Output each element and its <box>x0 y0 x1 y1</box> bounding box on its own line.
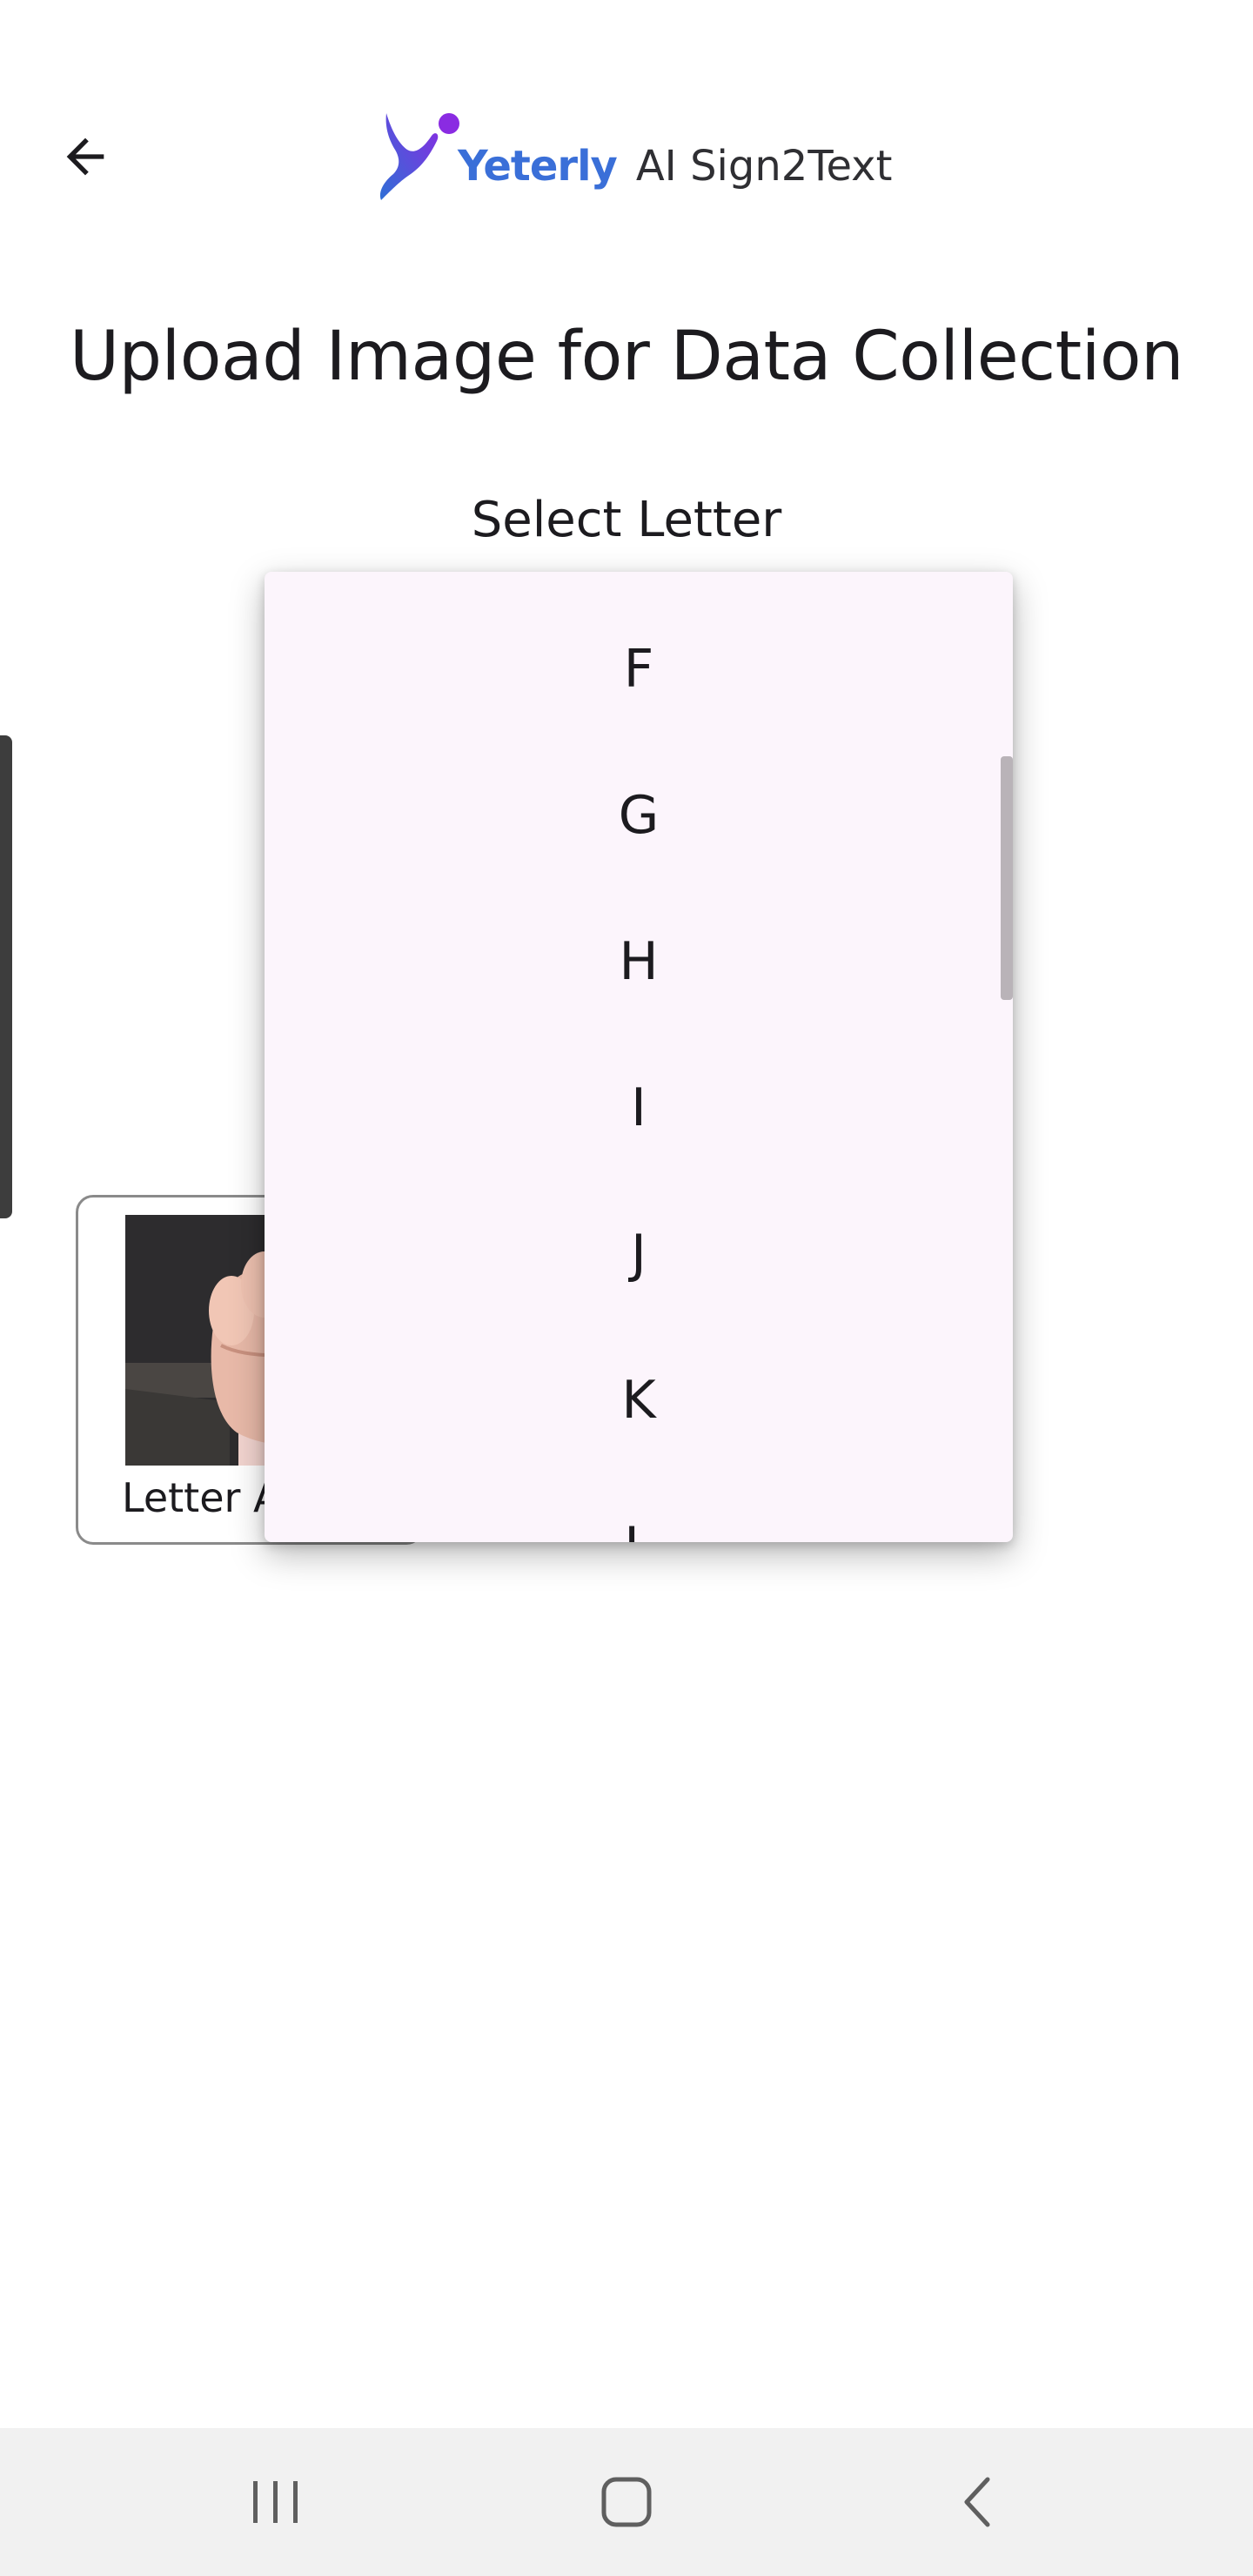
page-title: Upload Image for Data Collection <box>69 318 1184 396</box>
dropdown-option-i[interactable]: I <box>265 1035 1013 1181</box>
screen: Yeterly AI Sign2Text Upload Image for Da… <box>0 0 1253 2576</box>
home-button[interactable] <box>574 2454 679 2550</box>
yeterly-logo-mark-icon <box>379 113 459 200</box>
recents-icon <box>253 2481 298 2523</box>
dropdown-option-k[interactable]: K <box>265 1327 1013 1473</box>
edge-panel-handle[interactable] <box>0 735 12 1218</box>
system-nav-bar <box>0 2428 1253 2576</box>
letter-dropdown-menu[interactable]: F G H I J K L <box>265 572 1013 1542</box>
app-logo: Yeterly AI Sign2Text <box>374 104 892 205</box>
recents-button[interactable] <box>224 2454 328 2550</box>
select-letter-label: Select Letter <box>471 492 782 548</box>
dropdown-scrollbar[interactable] <box>1001 756 1013 1000</box>
dropdown-option-l[interactable]: L <box>265 1473 1013 1542</box>
home-icon <box>601 2477 652 2527</box>
back-chevron-icon <box>964 2477 990 2527</box>
arrow-left-icon <box>66 138 104 176</box>
dropdown-option-g[interactable]: G <box>265 742 1013 889</box>
dropdown-option-j[interactable]: J <box>265 1181 1013 1327</box>
system-back-button[interactable] <box>925 2454 1029 2550</box>
dropdown-option-h[interactable]: H <box>265 889 1013 1035</box>
logo-tagline: AI Sign2Text <box>635 141 893 191</box>
logo-name: Yeterly <box>458 141 618 191</box>
back-button[interactable] <box>42 113 129 200</box>
dropdown-option-f[interactable]: F <box>265 596 1013 742</box>
